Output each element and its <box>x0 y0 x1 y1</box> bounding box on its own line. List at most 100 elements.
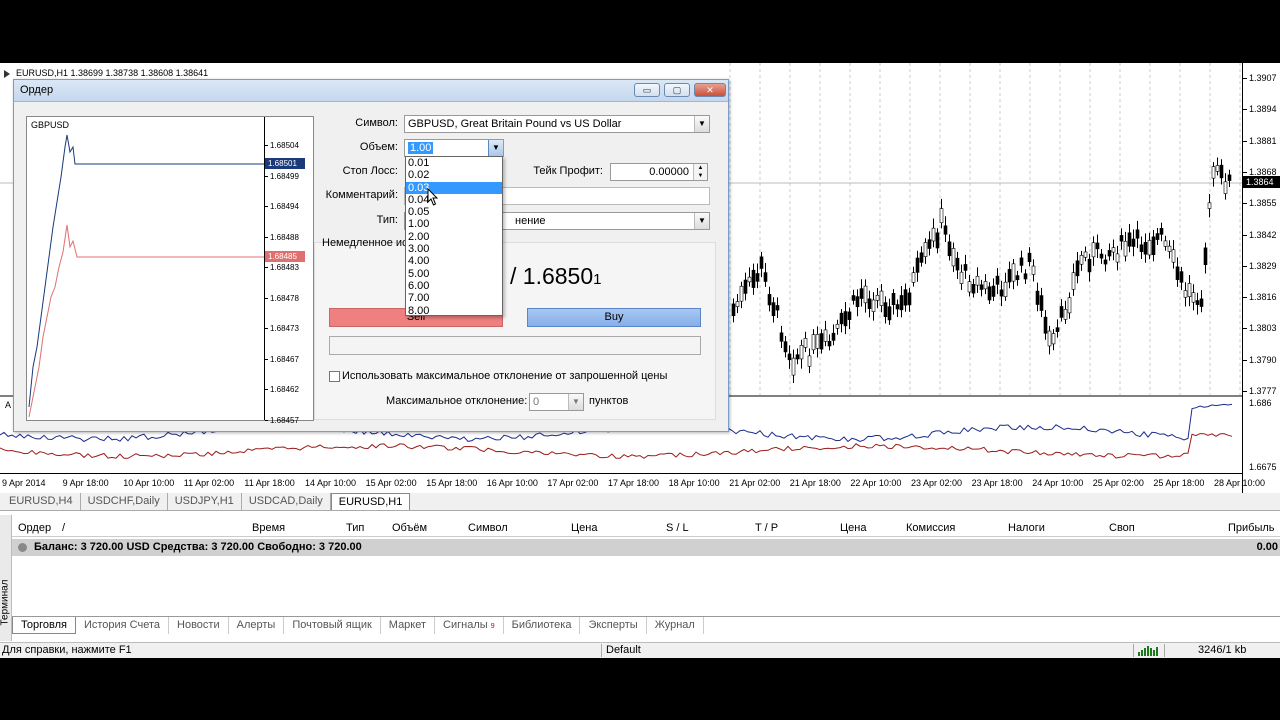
deviation-checkbox[interactable] <box>329 371 340 382</box>
candle-body <box>1047 330 1052 347</box>
candle-body <box>979 284 984 290</box>
maximize-button[interactable]: ▢ <box>664 83 690 97</box>
volume-option[interactable]: 5.00 <box>406 268 502 280</box>
time-tick-label: 23 Apr 18:00 <box>971 478 1023 488</box>
time-axis[interactable]: 9 Apr 2014 9 Apr 18:00 10 Apr 10:00 11 Apr … <box>0 473 1265 493</box>
tick-chart-mark <box>265 236 268 238</box>
chart-tab[interactable]: USDCAD,Daily <box>242 493 331 510</box>
terminal-tab-trade[interactable]: Торговля <box>12 617 76 634</box>
spinner-icon[interactable]: ▲ ▼ <box>693 164 707 180</box>
max-deviation-select[interactable]: 0 ▼ <box>529 393 584 411</box>
col-sort[interactable]: / <box>62 522 65 534</box>
points-label: пунктов <box>589 395 629 407</box>
minimize-button[interactable]: ▭ <box>634 83 660 97</box>
chart-tab[interactable]: USDCHF,Daily <box>81 493 168 510</box>
volume-option[interactable]: 3.00 <box>406 243 502 255</box>
terminal-tab-library[interactable]: Библиотека <box>504 617 581 634</box>
candle-body <box>1131 238 1136 247</box>
order-dialog: Ордер ▭ ▢ ✕ GBPUSD 1.68501 1.68485 1.685… <box>13 79 729 432</box>
chart-tab[interactable]: USDJPY,H1 <box>168 493 242 510</box>
candle-body <box>1043 316 1048 334</box>
col-tp[interactable]: T / P <box>755 522 778 534</box>
price-axis[interactable]: 1.3864 1.3907 1.3894 1.3881 1.3868 1.3855 1.3… <box>1242 63 1280 493</box>
symbol-label: Символ: <box>355 117 398 129</box>
candle-body <box>923 242 928 257</box>
signals-tab-label: Сигналы <box>443 619 488 631</box>
price-tick-label: 1.3907 <box>1249 73 1277 83</box>
dialog-titlebar[interactable]: Ордер ▭ ▢ ✕ <box>14 80 728 102</box>
candle-body <box>735 301 740 307</box>
indicator-tick-label: 1.6675 <box>1249 462 1277 472</box>
candle-body <box>983 281 988 290</box>
volume-select[interactable]: 1.00 ▼ <box>404 139 504 157</box>
candle-body <box>947 241 952 257</box>
terminal-tab-journal[interactable]: Журнал <box>647 617 704 634</box>
terminal-tab-news[interactable]: Новости <box>169 617 229 634</box>
buy-button[interactable]: Buy <box>527 308 701 327</box>
volume-option[interactable]: 7.00 <box>406 292 502 304</box>
chart-tab-active[interactable]: EURUSD,H1 <box>330 493 411 510</box>
volume-option[interactable]: 0.04 <box>406 194 502 206</box>
price-tick-label: 1.3829 <box>1249 260 1277 271</box>
col-volume[interactable]: Объём <box>392 522 427 534</box>
volume-option[interactable]: 2.00 <box>406 231 502 243</box>
volume-option[interactable]: 0.02 <box>406 169 502 181</box>
chart-tabs: EURUSD,H4 USDCHF,Daily USDJPY,H1 USDCAD,… <box>0 493 1280 511</box>
chart-tab[interactable]: EURUSD,H4 <box>2 493 81 510</box>
col-price-current[interactable]: Цена <box>840 522 866 534</box>
time-tick-label: 11 Apr 18:00 <box>244 478 295 488</box>
volume-option[interactable]: 0.05 <box>406 206 502 218</box>
indicator-line-red <box>0 433 1233 459</box>
candle-body <box>963 264 968 271</box>
balance-row[interactable]: Баланс: 3 720.00 USD Средства: 3 720.00 … <box>12 539 1280 556</box>
volume-option[interactable]: 0.03 <box>406 181 502 194</box>
price-tick-label: 1.3803 <box>1249 323 1277 334</box>
volume-option[interactable]: 4.00 <box>406 255 502 267</box>
terminal-tab-alerts[interactable]: Алерты <box>229 617 285 634</box>
symbol-select[interactable]: GBPUSD, Great Britain Pound vs US Dollar… <box>404 115 710 133</box>
terminal-sidebar[interactable]: Терминал <box>0 515 12 641</box>
col-taxes[interactable]: Налоги <box>1008 522 1045 534</box>
terminal-tab-experts[interactable]: Эксперты <box>580 617 647 634</box>
col-order[interactable]: Ордер <box>18 522 51 534</box>
time-tick-label: 17 Apr 18:00 <box>608 478 660 488</box>
time-tick-label: 16 Apr 10:00 <box>486 478 538 488</box>
tick-chart-mark <box>265 206 268 207</box>
candle-body <box>1139 244 1144 252</box>
candle-body <box>827 340 832 347</box>
col-symbol[interactable]: Символ <box>468 522 508 534</box>
takeprofit-input[interactable]: 0.00000 ▲ ▼ <box>610 163 708 181</box>
candle-body <box>1031 265 1036 275</box>
col-time[interactable]: Время <box>252 522 285 534</box>
mouse-cursor-icon <box>427 188 439 206</box>
col-profit[interactable]: Прибыль <box>1228 522 1275 534</box>
price-tick-label: 1.3894 <box>1249 104 1277 115</box>
volume-dropdown-list: 0.01 0.02 0.03 0.04 0.05 1.00 2.00 3.00 4.00 5.00… <box>405 156 503 317</box>
terminal-tab-signals[interactable]: Сигналы 9 <box>435 617 504 634</box>
volume-option[interactable]: 8.00 <box>406 305 502 317</box>
candle-body <box>879 290 884 306</box>
col-swap[interactable]: Своп <box>1109 522 1135 534</box>
close-button[interactable]: ✕ <box>694 83 726 97</box>
col-commission[interactable]: Комиссия <box>906 522 955 534</box>
col-type[interactable]: Тип <box>346 522 364 534</box>
dialog-title: Ордер <box>20 84 54 96</box>
status-profile[interactable]: Default <box>606 643 641 658</box>
col-sl[interactable]: S / L <box>666 522 689 534</box>
volume-option[interactable]: 6.00 <box>406 280 502 292</box>
col-price[interactable]: Цена <box>571 522 597 534</box>
terminal-tab-history[interactable]: История Счета <box>76 617 170 634</box>
volume-option[interactable]: 1.00 <box>406 218 502 230</box>
candle-body <box>1015 275 1020 281</box>
deviation-checkbox-label[interactable]: Использовать максимальное отклонение от … <box>342 370 667 382</box>
candle-body <box>1027 252 1032 263</box>
tick-chart-label: 1.68478 <box>270 293 299 303</box>
volume-option[interactable]: 0.01 <box>406 157 502 169</box>
tick-chart-label: 1.68499 <box>270 171 299 181</box>
candle-body <box>883 302 888 318</box>
price-tick-label: 1.3816 <box>1249 292 1277 303</box>
candle-body <box>763 272 768 282</box>
bid-price-label: 1.68485 <box>265 251 305 262</box>
terminal-tab-mailbox[interactable]: Почтовый ящик <box>284 617 381 634</box>
terminal-tab-market[interactable]: Маркет <box>381 617 436 634</box>
